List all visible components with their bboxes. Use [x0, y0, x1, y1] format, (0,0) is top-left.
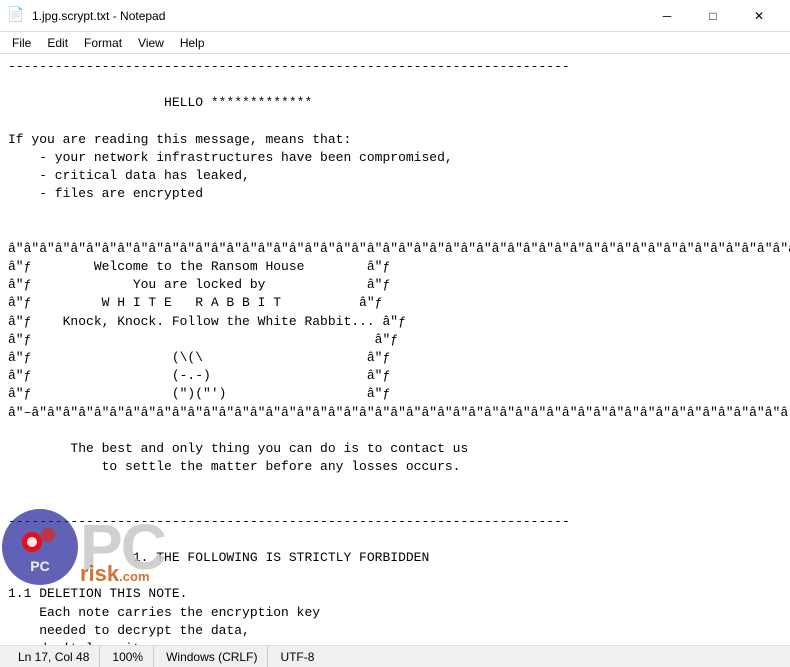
minimize-button[interactable]: ─ — [644, 0, 690, 32]
line-ending: Windows (CRLF) — [156, 646, 268, 667]
menu-help[interactable]: Help — [172, 34, 213, 52]
title-bar: 📄 1.jpg.scrypt.txt - Notepad ─ □ ✕ — [0, 0, 790, 32]
title-bar-left: 📄 1.jpg.scrypt.txt - Notepad — [8, 8, 165, 24]
editor-container: ----------------------------------------… — [0, 54, 790, 645]
cursor-position: Ln 17, Col 48 — [8, 646, 100, 667]
menu-bar: File Edit Format View Help — [0, 32, 790, 54]
maximize-button[interactable]: □ — [690, 0, 736, 32]
menu-view[interactable]: View — [130, 34, 172, 52]
close-button[interactable]: ✕ — [736, 0, 782, 32]
text-editor[interactable]: ----------------------------------------… — [0, 54, 790, 645]
window-controls: ─ □ ✕ — [644, 0, 782, 32]
menu-format[interactable]: Format — [76, 34, 130, 52]
encoding: UTF-8 — [270, 646, 324, 667]
window-title: 1.jpg.scrypt.txt - Notepad — [32, 9, 165, 23]
menu-file[interactable]: File — [4, 34, 39, 52]
menu-edit[interactable]: Edit — [39, 34, 76, 52]
app-icon: 📄 — [8, 8, 24, 24]
status-bar: Ln 17, Col 48 100% Windows (CRLF) UTF-8 — [0, 645, 790, 667]
zoom-level: 100% — [102, 646, 154, 667]
